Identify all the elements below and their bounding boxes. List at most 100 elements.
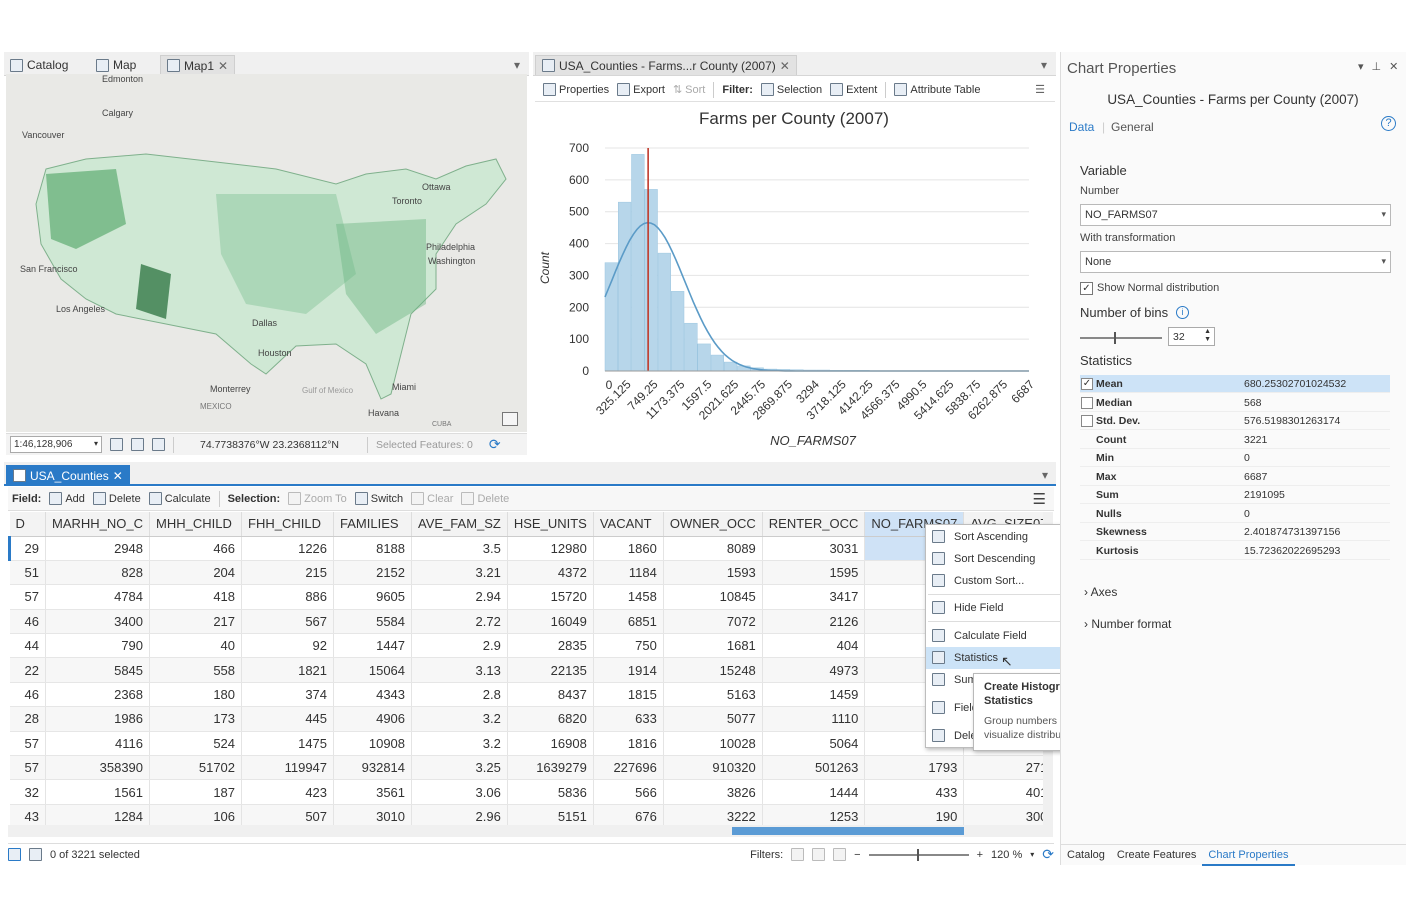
info-icon[interactable]: i — [1176, 306, 1189, 319]
histogram-bar[interactable] — [724, 361, 738, 372]
table-cell[interactable]: 3.5 — [411, 536, 508, 561]
table-cell[interactable]: 22135 — [507, 657, 594, 683]
table-cell[interactable]: 57 — [9, 584, 46, 610]
table-cell[interactable]: 3222 — [663, 804, 763, 825]
table-row[interactable]: 43 1284 106 507 3010 2.96 5151 676 3222 1253 190 30… — [9, 804, 1044, 825]
zoom-out-icon[interactable]: − — [854, 849, 860, 861]
clear-button[interactable]: Clear — [411, 492, 453, 505]
table-cell[interactable]: 15064 — [333, 657, 413, 683]
table-cell[interactable]: 1815 — [593, 682, 664, 708]
menu-item-calculate-field[interactable]: Calculate Field — [926, 625, 1071, 647]
table-cell[interactable]: 910320 — [663, 755, 763, 781]
column-header[interactable]: FAMILIES — [333, 512, 413, 537]
table-cell[interactable]: 1458 — [593, 584, 664, 610]
table-cell[interactable]: 5163 — [663, 682, 763, 708]
grid-icon[interactable] — [110, 438, 123, 451]
chevron-down-icon[interactable]: ▾ — [1030, 850, 1034, 859]
table-cell[interactable]: 46 — [9, 609, 46, 635]
overview-icon[interactable] — [502, 412, 518, 426]
table-row[interactable]: 46340021756755842.721604968517072212699 — [9, 609, 1044, 635]
calculate-field-button[interactable]: Calculate — [148, 492, 211, 505]
delete-rows-button[interactable]: Delete — [461, 492, 509, 505]
stat-checkbox[interactable] — [1081, 396, 1093, 409]
table-cell[interactable]: 1110 — [762, 706, 866, 732]
histogram-bar[interactable] — [618, 201, 632, 372]
table-menu-icon[interactable]: ☰ — [1033, 490, 1046, 508]
table-cell[interactable]: 3826 — [663, 779, 763, 805]
chevron-down-icon[interactable]: ▾ — [1358, 60, 1364, 73]
pin-icon[interactable]: ⊥ — [1372, 60, 1382, 73]
table-cell[interactable]: 217 — [149, 609, 243, 635]
close-icon[interactable]: ✕ — [780, 56, 790, 76]
table-cell[interactable]: 3417 — [762, 584, 866, 610]
table-cell[interactable]: 5836 — [507, 779, 594, 805]
column-header[interactable]: AVE_FAM_SZ — [411, 512, 508, 537]
table-cell[interactable]: 433 — [864, 779, 965, 805]
table-cell[interactable]: 507 — [241, 804, 335, 825]
show-normal-checkbox[interactable]: ✓ — [1080, 282, 1093, 295]
stat-checkbox[interactable]: ✓ — [1081, 378, 1093, 390]
refresh-icon[interactable]: ⟳ — [489, 436, 501, 453]
tab-catalog-bottom[interactable]: Catalog — [1061, 845, 1111, 866]
table-cell[interactable]: 180 — [149, 682, 243, 708]
table-cell[interactable]: 44 — [9, 633, 46, 659]
histogram-bar[interactable] — [604, 262, 618, 372]
table-cell[interactable]: 2.94 — [411, 584, 508, 610]
refresh-icon[interactable]: ⟳ — [1042, 846, 1054, 863]
table-cell[interactable]: 466 — [149, 536, 243, 561]
table-row[interactable]: 44790409214472.928357501681404464 — [9, 633, 1044, 659]
table-cell[interactable]: 2948 — [45, 536, 151, 561]
table-cell[interactable]: 2.72 — [411, 609, 508, 635]
stat-row[interactable]: Std. Dev. 576.5198301263174 — [1080, 412, 1390, 430]
table-cell[interactable]: 1639279 — [507, 755, 594, 781]
table-cell[interactable]: 106 — [149, 804, 243, 825]
map-view[interactable]: Edmonton Calgary Vancouver Ottawa Toront… — [6, 74, 527, 432]
table-cell[interactable]: 358390 — [45, 755, 151, 781]
table-cell[interactable]: 676 — [593, 804, 664, 825]
table-cell[interactable]: 4116 — [45, 731, 151, 757]
table-cell[interactable]: 204 — [149, 560, 243, 586]
table-cell[interactable]: 3.2 — [411, 706, 508, 732]
table-row[interactable]: 57 358390 51702 119947 932814 3.25 1639279 2276… — [9, 755, 1044, 781]
table-cell[interactable]: 1444 — [762, 779, 866, 805]
table-cell[interactable]: 4906 — [333, 706, 413, 732]
tab-map[interactable]: Map — [96, 55, 136, 75]
attribute-table[interactable]: D MARHH_NO_C MHH_CHILD FHH_CHILD FAMILIES AVE… — [8, 512, 1044, 825]
table-cell[interactable]: 5584 — [333, 609, 413, 635]
table-cell[interactable]: 6820 — [507, 706, 594, 732]
menu-item-custom-sort[interactable]: Custom Sort... — [926, 570, 1071, 592]
close-icon[interactable]: ✕ — [218, 56, 228, 76]
list-icon[interactable]: ☰ — [1035, 83, 1045, 96]
table-cell[interactable]: 5845 — [45, 657, 151, 683]
number-select[interactable]: NO_FARMS07 — [1080, 204, 1391, 226]
table-cell[interactable]: 374 — [241, 682, 335, 708]
table-cell[interactable]: 886 — [241, 584, 335, 610]
table-cell[interactable]: 215 — [241, 560, 335, 586]
table-cell[interactable]: 2126 — [762, 609, 866, 635]
stat-checkbox[interactable] — [1081, 415, 1093, 427]
histogram-bar[interactable] — [684, 322, 698, 372]
table-cell[interactable]: 566 — [593, 779, 664, 805]
table-cell[interactable]: 3561 — [333, 779, 413, 805]
table-cell[interactable]: 15248 — [663, 657, 763, 683]
zoom-in-icon[interactable]: + — [977, 849, 983, 861]
table-cell[interactable]: 12980 — [507, 536, 594, 561]
pane-menu-icon[interactable]: ▾ — [1042, 465, 1048, 485]
close-icon[interactable]: ✕ — [113, 466, 123, 486]
filter-icon[interactable] — [812, 848, 826, 861]
menu-item-sort-descending[interactable]: Sort Descending — [926, 548, 1071, 570]
table-cell[interactable]: 1561 — [45, 779, 151, 805]
sort-button[interactable]: ⇅ Sort — [673, 83, 705, 97]
switch-button[interactable]: Switch — [354, 492, 403, 505]
table-cell[interactable]: 423 — [241, 779, 335, 805]
table-cell[interactable]: 51 — [9, 560, 46, 586]
table-cell[interactable]: 10028 — [663, 731, 763, 757]
table-cell[interactable]: 227696 — [593, 755, 664, 781]
table-cell[interactable]: 5151 — [507, 804, 594, 825]
table-cell[interactable]: 932814 — [333, 755, 413, 781]
close-icon[interactable]: ✕ — [1389, 60, 1398, 73]
table-cell[interactable]: 1793 — [864, 755, 965, 781]
axes-section[interactable]: › Axes — [1084, 585, 1117, 599]
pane-menu-icon[interactable]: ▾ — [1041, 55, 1047, 75]
table-cell[interactable]: 750 — [593, 633, 664, 659]
